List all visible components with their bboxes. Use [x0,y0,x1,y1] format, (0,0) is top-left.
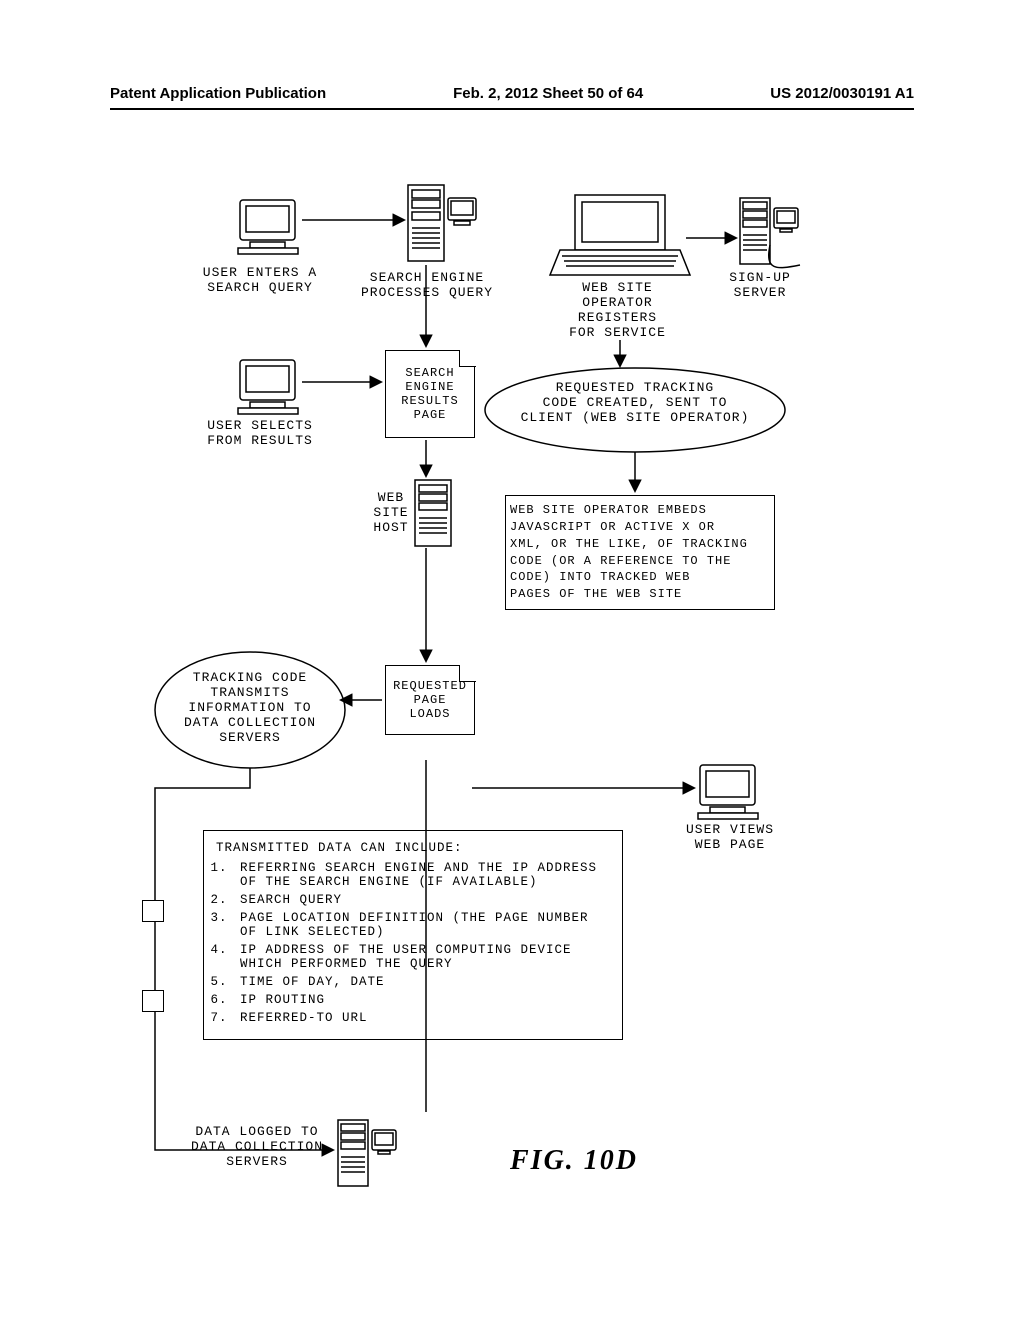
transmitted-item-7: REFERRED-TO URL [236,1011,610,1025]
label-website-operator-registers: WEB SITE OPERATOR REGISTERS FOR SERVICE [540,280,695,340]
doc-requested-page: REQUESTED PAGE LOADS [385,665,475,735]
page-header: Patent Application Publication Feb. 2, 2… [110,85,914,102]
label-tracking-code-created: REQUESTED TRACKING CODE CREATED, SENT TO… [500,380,770,425]
header-center: Feb. 2, 2012 Sheet 50 of 64 [453,85,643,102]
patent-page: Patent Application Publication Feb. 2, 2… [0,0,1024,1320]
label-user-views-page: USER VIEWS WEB PAGE [670,822,790,852]
header-left: Patent Application Publication [110,85,326,102]
header-right: US 2012/0030191 A1 [770,85,914,102]
diagram-canvas: USER ENTERS A SEARCH QUERY SEARCH ENGINE… [110,120,914,1240]
doc-search-results-page: SEARCH ENGINE RESULTS PAGE [385,350,475,438]
box-operator-embeds-text: WEB SITE OPERATOR EMBEDS JAVASCRIPT OR A… [510,502,748,603]
header-rule [110,108,914,110]
transmitted-item-6: IP ROUTING [236,993,610,1007]
transmitted-item-2: SEARCH QUERY [236,893,610,907]
transmitted-item-5: TIME OF DAY, DATE [236,975,610,989]
label-signup-server: SIGN-UP SERVER [705,270,815,300]
transmitted-list-title: TRANSMITTED DATA CAN INCLUDE: [216,841,610,855]
transmitted-item-3: PAGE LOCATION DEFINITION (THE PAGE NUMBE… [236,911,610,939]
transmitted-item-1: REFERRING SEARCH ENGINE AND THE IP ADDRE… [236,861,610,889]
label-data-logged: DATA LOGGED TO DATA COLLECTION SERVERS [187,1124,327,1169]
label-tracking-transmits: TRACKING CODE TRANSMITS INFORMATION TO D… [165,670,335,745]
sidebox-top [142,900,164,922]
label-user-enters-query: USER ENTERS A SEARCH QUERY [185,265,335,295]
label-search-engine-processes: SEARCH ENGINE PROCESSES QUERY [347,270,507,300]
transmitted-item-4: IP ADDRESS OF THE USER COMPUTING DEVICE … [236,943,610,971]
box-operator-embeds: WEB SITE OPERATOR EMBEDS JAVASCRIPT OR A… [505,495,775,610]
sidebox-bottom [142,990,164,1012]
label-user-selects-results: USER SELECTS FROM RESULTS [185,418,335,448]
figure-label: FIG. 10D [510,1145,638,1177]
transmitted-data-list: TRANSMITTED DATA CAN INCLUDE: REFERRING … [203,830,623,1040]
label-website-host: WEB SITE HOST [366,490,416,535]
doc-requested-page-text: REQUESTED PAGE LOADS [393,679,467,721]
doc-search-results-page-text: SEARCH ENGINE RESULTS PAGE [401,366,458,422]
